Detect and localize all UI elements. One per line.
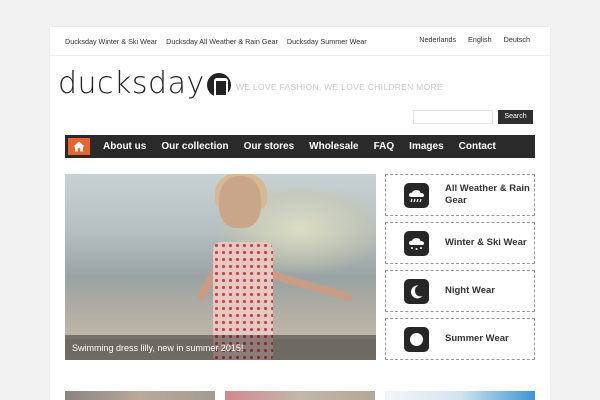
category-label: Winter & Ski Wear [445, 237, 527, 248]
category-label: Summer Wear [445, 333, 509, 344]
main-nav: About us Our collection Our stores Whole… [65, 135, 535, 158]
search-button[interactable]: Search [498, 110, 533, 124]
home-icon [73, 141, 85, 152]
category-all-weather[interactable]: All Weather & Rain Gear [385, 174, 535, 216]
language-switcher: Nederlands English Deutsch [419, 35, 530, 44]
lang-deutsch[interactable]: Deutsch [504, 35, 530, 44]
nav-images[interactable]: Images [409, 141, 443, 152]
logo-text: ducksday [58, 65, 205, 101]
site-logo[interactable]: ducksday [58, 63, 231, 103]
nav-wholesale[interactable]: Wholesale [309, 141, 358, 152]
nav-contact[interactable]: Contact [459, 141, 496, 152]
nav-our-collection[interactable]: Our collection [161, 141, 228, 152]
lang-nederlands[interactable]: Nederlands [419, 35, 456, 44]
category-label: Night Wear [445, 285, 495, 296]
category-night-wear[interactable]: Night Wear [385, 270, 535, 312]
top-links: Ducksday Winter & Ski Wear Ducksday All … [65, 37, 367, 46]
top-link-summer[interactable]: Ducksday Summer Wear [287, 37, 367, 46]
site-tagline: WE LOVE FASHION, WE LOVE CHILDREN MORE [236, 82, 443, 92]
top-link-all-weather[interactable]: Ducksday All Weather & Rain Gear [166, 37, 278, 46]
header-divider [50, 55, 550, 56]
category-summer-wear[interactable]: Summer Wear [385, 318, 535, 360]
top-link-winter[interactable]: Ducksday Winter & Ski Wear [65, 37, 157, 46]
thumbnail-3[interactable] [385, 391, 535, 400]
hero-girl-face [219, 176, 261, 228]
hero-caption: Swimming dress lilly, new in summer 2015… [72, 343, 244, 353]
category-label: All Weather & Rain Gear [445, 183, 530, 206]
rain-cloud-icon [404, 182, 429, 208]
nav-our-stores[interactable]: Our stores [244, 141, 295, 152]
page-container: Ducksday Winter & Ski Wear Ducksday All … [50, 27, 550, 400]
snow-cloud-icon [404, 230, 429, 256]
logo-badge-icon [206, 73, 231, 97]
nav-home-button[interactable] [68, 138, 90, 155]
lang-english[interactable]: English [468, 35, 492, 44]
hero-slider[interactable]: Swimming dress lilly, new in summer 2015… [65, 174, 376, 360]
sun-icon [404, 326, 429, 352]
nav-about-us[interactable]: About us [103, 141, 146, 152]
nav-faq[interactable]: FAQ [374, 141, 395, 152]
moon-icon [404, 278, 429, 304]
thumbnail-2[interactable] [225, 391, 375, 400]
search-input[interactable] [413, 110, 493, 124]
hero-caption-bar: Swimming dress lilly, new in summer 2015… [65, 335, 376, 360]
category-winter-ski[interactable]: Winter & Ski Wear [385, 222, 535, 264]
thumbnail-1[interactable] [65, 391, 215, 400]
